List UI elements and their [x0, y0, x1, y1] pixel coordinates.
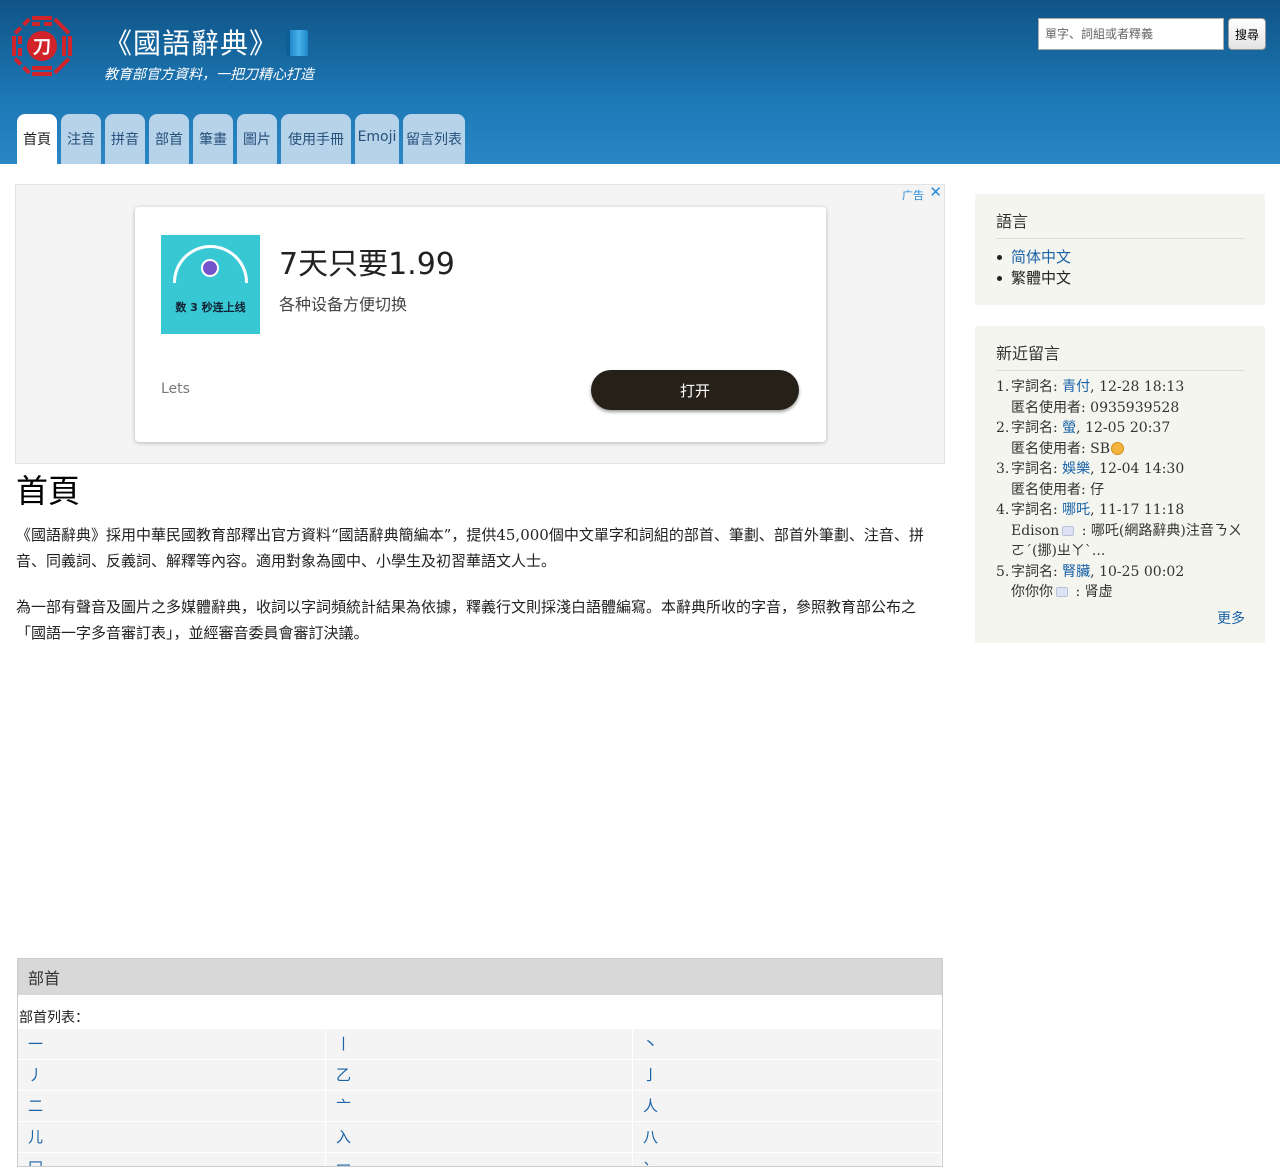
- ad-headline[interactable]: 7天只要1.99: [279, 239, 455, 283]
- comment-number: 4.: [996, 502, 1010, 518]
- comment-item: 3. 字詞名: 娛樂, 12-04 14:30 匿名使用者: 仔: [996, 459, 1245, 500]
- radical-link[interactable]: 冖: [326, 1153, 633, 1166]
- site-header: 刀 《國語辭典》 教育部官方資料，一把刀精心打造 搜尋 首頁 注音 拼音 部首 …: [0, 0, 1280, 164]
- language-list: 简体中文 繁體中文: [996, 247, 1245, 289]
- more-comments-link[interactable]: 更多: [996, 608, 1245, 628]
- recent-comments-box: 新近留言 1. 字詞名: 青付, 12-28 18:13 匿名使用者: 0935…: [975, 326, 1265, 643]
- language-link-simplified[interactable]: 简体中文: [1011, 248, 1071, 266]
- comment-word-label: 字詞名:: [1011, 563, 1063, 580]
- radical-link[interactable]: 八: [633, 1122, 942, 1153]
- tab-zhuyin[interactable]: 注音: [61, 114, 101, 164]
- search-input[interactable]: [1038, 18, 1224, 50]
- tab-emoji[interactable]: Emoji: [355, 114, 399, 164]
- comment-number: 2.: [996, 420, 1010, 436]
- comment-word-label: 字詞名:: [1011, 379, 1063, 395]
- radicals-grid: 一 丨 丶 丿 乙 亅 二 亠 人 儿 入 八 冂 冖 冫: [18, 1029, 942, 1166]
- comment-item: 5. 字詞名: 腎臟, 10-25 00:02 你你你 : 肾虚: [996, 562, 1245, 603]
- bullet-icon: [997, 276, 1002, 281]
- comment-word-link[interactable]: 螢: [1062, 420, 1076, 436]
- comment-time: , 11-17 11:18: [1090, 502, 1185, 518]
- main-nav-tabs: 首頁 注音 拼音 部首 筆畫 圖片 使用手冊 Emoji 留言列表: [17, 114, 469, 164]
- comment-word-link[interactable]: 青付: [1062, 379, 1090, 395]
- comment-author: Edison: [1011, 522, 1060, 539]
- radical-link[interactable]: 亅: [633, 1060, 942, 1091]
- link-icon: [201, 259, 219, 277]
- logo-text: 刀: [33, 37, 51, 58]
- recent-comments-title: 新近留言: [996, 340, 1245, 371]
- radical-link[interactable]: 入: [326, 1122, 633, 1153]
- language-item: 简体中文: [996, 247, 1245, 268]
- radical-link[interactable]: 乙: [326, 1060, 633, 1091]
- radical-link[interactable]: 冫: [633, 1153, 942, 1166]
- comment-time: , 12-05 20:37: [1076, 420, 1171, 436]
- comment-author: 匿名使用者: 仔: [1011, 481, 1105, 498]
- ad-brand: Lets: [161, 381, 190, 397]
- site-title[interactable]: 《國語辭典》: [104, 22, 309, 62]
- bullet-icon: [997, 255, 1002, 260]
- radical-link[interactable]: 亠: [326, 1091, 633, 1122]
- comment-excerpt: : 肾虚: [1071, 584, 1113, 600]
- radicals-panel: 部首 部首列表： 一 丨 丶 丿 乙 亅 二 亠 人 儿 入 八 冂 冖 冫: [17, 958, 943, 1167]
- ad-card[interactable]: 数 3 秒连上线 7天只要1.99 各种设备方便切换 Lets 打开: [135, 207, 826, 442]
- site-title-text[interactable]: 《國語辭典》: [104, 27, 278, 60]
- tab-home[interactable]: 首頁: [17, 114, 57, 164]
- radical-link[interactable]: 丶: [633, 1029, 942, 1060]
- ad-subheadline: 各种设备方便切换: [279, 295, 408, 314]
- intro-paragraph-2: 為一部有聲音及圖片之多媒體辭典，收詞以字詞頻統計結果為依據，釋義行文則採淺白語體…: [16, 598, 917, 642]
- comment-author: 匿名使用者: 0935939528: [1011, 399, 1180, 416]
- comment-time: , 12-04 14:30: [1090, 461, 1185, 477]
- site-logo[interactable]: 刀: [10, 14, 74, 78]
- language-item: 繁體中文: [996, 268, 1245, 289]
- book-icon: [286, 30, 309, 56]
- ad-open-button[interactable]: 打开: [591, 370, 799, 410]
- ad-label[interactable]: 广告: [902, 187, 924, 203]
- comment-word-link[interactable]: 娛樂: [1062, 461, 1090, 477]
- radicals-list-label: 部首列表：: [19, 1010, 89, 1026]
- site-subtitle: 教育部官方資料，一把刀精心打造: [104, 67, 314, 83]
- tab-pinyin[interactable]: 拼音: [105, 114, 145, 164]
- comment-author: 你你你: [1011, 584, 1053, 600]
- comment-word-label: 字詞名:: [1011, 502, 1063, 518]
- smiling-face-icon: [1111, 441, 1125, 455]
- comment-time: , 12-28 18:13: [1090, 379, 1185, 395]
- comment-word-label: 字詞名:: [1011, 461, 1063, 477]
- comment-item: 1. 字詞名: 青付, 12-28 18:13 匿名使用者: 093593952…: [996, 377, 1245, 418]
- tab-strokes[interactable]: 筆畫: [193, 114, 233, 164]
- radical-link[interactable]: 冂: [18, 1153, 326, 1166]
- language-box: 語言 简体中文 繁體中文: [975, 194, 1265, 305]
- comment-word-link[interactable]: 腎臟: [1062, 564, 1090, 580]
- radical-link[interactable]: 二: [18, 1091, 326, 1122]
- comment-item: 4. 字詞名: 哪吒, 11-17 11:18 Edison : 哪吒(網路辭典…: [996, 500, 1245, 562]
- ad-close-icon[interactable]: ✕: [929, 183, 942, 201]
- tab-radicals[interactable]: 部首: [149, 114, 189, 164]
- search-button[interactable]: 搜尋: [1228, 18, 1266, 50]
- intro-paragraph-1: 《國語辭典》採用中華民國教育部釋出官方資料“國語辭典簡編本”，提供45,000個…: [16, 526, 924, 570]
- recent-comments-list: 1. 字詞名: 青付, 12-28 18:13 匿名使用者: 093593952…: [996, 377, 1245, 603]
- message-icon: [1062, 525, 1075, 536]
- radical-link[interactable]: 丨: [326, 1029, 633, 1060]
- ad-image-text: 数 3 秒连上线: [175, 301, 246, 314]
- radical-link[interactable]: 一: [18, 1029, 326, 1060]
- page-title: 首頁: [16, 472, 81, 510]
- comment-word-link[interactable]: 哪吒: [1062, 502, 1090, 518]
- language-current-traditional: 繁體中文: [1011, 269, 1072, 287]
- tab-images[interactable]: 圖片: [237, 114, 277, 164]
- ad-banner[interactable]: 广告 ✕ 数 3 秒连上线 7天只要1.99 各种设备方便切换 Lets 打开: [15, 183, 945, 464]
- radical-link[interactable]: 人: [633, 1091, 942, 1122]
- comment-number: 1.: [996, 379, 1010, 395]
- comment-number: 5.: [996, 563, 1010, 580]
- radical-link[interactable]: 儿: [18, 1122, 326, 1153]
- tab-comments[interactable]: 留言列表: [403, 114, 465, 164]
- tab-manual[interactable]: 使用手冊: [281, 114, 351, 164]
- comment-time: , 10-25 00:02: [1090, 563, 1185, 580]
- radicals-title: 部首: [18, 959, 942, 995]
- message-icon: [1056, 587, 1068, 597]
- comment-word-label: 字詞名:: [1011, 420, 1063, 436]
- radical-link[interactable]: 丿: [18, 1060, 326, 1091]
- comment-number: 3.: [996, 461, 1010, 477]
- language-title: 語言: [996, 208, 1245, 239]
- comment-author: 匿名使用者: SB: [1011, 440, 1111, 457]
- comment-item: 2. 字詞名: 螢, 12-05 20:37 匿名使用者: SB: [996, 418, 1245, 459]
- ad-image[interactable]: 数 3 秒连上线: [161, 235, 260, 334]
